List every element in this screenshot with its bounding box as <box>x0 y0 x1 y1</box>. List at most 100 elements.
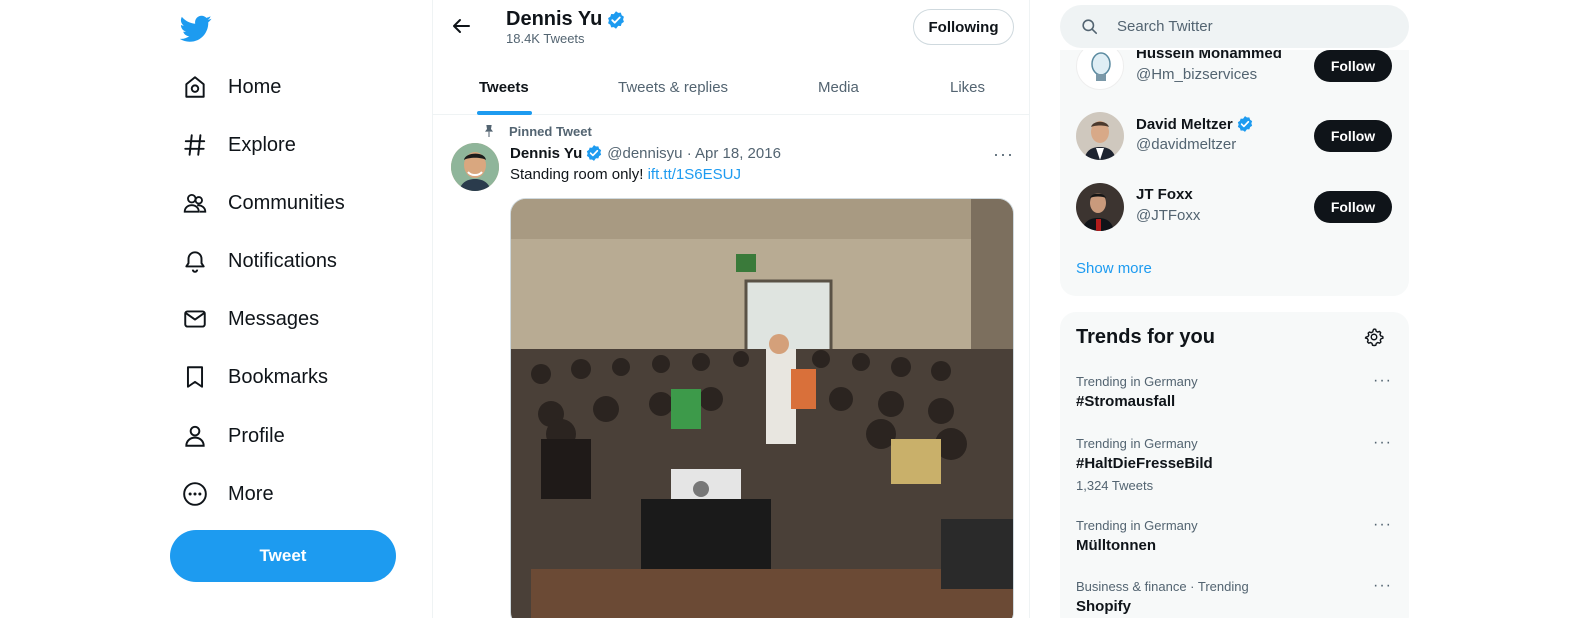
follow-button[interactable]: Follow <box>1314 120 1392 152</box>
person-icon <box>185 425 205 447</box>
trend-item[interactable]: Trending in Germany #HaltDieFresseBild 1… <box>1076 434 1396 493</box>
jt-foxx-avatar <box>1076 183 1124 231</box>
suggestion-name[interactable]: Hussein Mohammed <box>1136 50 1282 62</box>
tweet-button[interactable]: Tweet <box>170 530 396 582</box>
trend-more-icon[interactable]: ··· <box>1373 434 1392 452</box>
profile-name-text: Dennis Yu <box>506 8 603 30</box>
suggestion-handle: @JTFoxx <box>1136 207 1201 224</box>
show-more-link[interactable]: Show more <box>1076 260 1152 277</box>
active-tab-indicator <box>477 111 532 115</box>
more-circle-icon <box>183 482 207 506</box>
nav-bookmarks[interactable]: Bookmarks <box>170 353 340 401</box>
search-input[interactable] <box>1117 18 1397 35</box>
verified-badge-icon <box>1237 116 1252 132</box>
trend-context: Trending in Germany <box>1076 518 1198 533</box>
bell-icon <box>185 251 205 273</box>
tweet-author-avatar[interactable] <box>451 143 499 191</box>
trend-context: Trending in Germany <box>1076 374 1198 389</box>
trends-panel: Trends for you Trending in Germany #Stro… <box>1060 312 1409 618</box>
following-button[interactable]: Following <box>913 9 1014 45</box>
nav-explore[interactable]: Explore <box>170 121 308 169</box>
nav-profile[interactable]: Profile <box>170 412 297 460</box>
suggestion-handle: @Hm_bizservices <box>1136 66 1258 83</box>
nav-communities[interactable]: Communities <box>170 179 357 227</box>
nav-messages[interactable]: Messages <box>170 295 331 343</box>
tweet-handle-date[interactable]: @dennisyu · Apr 18, 2016 <box>607 145 781 162</box>
trend-item[interactable]: Trending in Germany Mülltonnen ··· <box>1076 516 1396 554</box>
tab-tweets[interactable]: Tweets <box>479 60 529 115</box>
profile-tabs: Tweets Tweets & replies Media Likes <box>433 60 1029 115</box>
trend-more-icon[interactable]: ··· <box>1373 577 1392 595</box>
tab-media[interactable]: Media <box>818 60 859 115</box>
suggestion-avatar[interactable] <box>1076 112 1124 160</box>
back-arrow-icon[interactable] <box>449 14 473 38</box>
trend-tweet-count: 1,324 Tweets <box>1076 478 1154 493</box>
lightbulb-avatar <box>1091 52 1111 81</box>
trend-title: Shopify <box>1076 598 1131 615</box>
tweet-link[interactable]: ift.tt/1S6ESUJ <box>648 166 741 183</box>
gear-icon[interactable] <box>1364 327 1384 347</box>
trend-title: Mülltonnen <box>1076 537 1156 554</box>
profile-timeline: Dennis Yu 18.4K Tweets Following Tweets … <box>432 0 1030 618</box>
who-to-follow-panel: Hussein Mohammed @Hm_bizservices Follow … <box>1060 50 1409 296</box>
nav-home[interactable]: Home <box>170 63 293 111</box>
nav-more[interactable]: More <box>170 470 286 518</box>
home-icon <box>185 76 205 98</box>
trend-more-icon[interactable]: ··· <box>1373 372 1392 390</box>
twitter-logo-icon[interactable] <box>180 12 212 44</box>
tweet-author-name[interactable]: Dennis Yu <box>510 145 582 162</box>
verified-badge-icon <box>608 10 625 29</box>
tweet-header: Dennis Yu @dennisyu · Apr 18, 2016 <box>510 144 781 162</box>
nav-notifications[interactable]: Notifications <box>170 237 349 285</box>
tab-likes[interactable]: Likes <box>950 60 985 115</box>
suggestion-avatar[interactable] <box>1076 183 1124 231</box>
follow-button[interactable]: Follow <box>1314 191 1392 223</box>
suggestion-name[interactable]: David Meltzer <box>1136 115 1254 133</box>
follow-suggestion-row[interactable]: JT Foxx @JTFoxx Follow <box>1076 183 1396 233</box>
search-icon <box>1082 19 1098 35</box>
follow-suggestion-row[interactable]: David Meltzer @davidmeltzer Follow <box>1076 112 1396 162</box>
left-navigation: Home Explore Communities Notifications M… <box>0 0 432 618</box>
nav-notifications-label: Notifications <box>228 249 337 272</box>
avatar-photo <box>451 143 499 191</box>
trend-item[interactable]: Trending in Germany #Stromausfall ··· <box>1076 372 1396 410</box>
nav-messages-label: Messages <box>228 307 320 330</box>
nav-explore-label: Explore <box>228 133 296 156</box>
envelope-icon <box>184 310 206 328</box>
profile-tweet-count: 18.4K Tweets <box>506 31 585 46</box>
trends-title: Trends for you <box>1076 326 1215 348</box>
trend-context: Business & finance · Trending <box>1076 579 1249 594</box>
nav-home-label: Home <box>228 75 282 98</box>
david-meltzer-avatar <box>1076 112 1124 160</box>
trend-item[interactable]: Business & finance · Trending Shopify ··… <box>1076 577 1396 615</box>
trend-more-icon[interactable]: ··· <box>1373 516 1392 534</box>
suggestion-handle: @davidmeltzer <box>1136 136 1237 153</box>
communities-icon <box>183 193 207 213</box>
follow-suggestion-row[interactable]: Hussein Mohammed @Hm_bizservices Follow <box>1076 50 1396 92</box>
tweet-body: Standing room only! <box>510 166 644 183</box>
bookmark-icon <box>186 366 204 388</box>
pin-icon <box>485 125 493 137</box>
nav-bookmarks-label: Bookmarks <box>228 365 329 388</box>
tweet-text: Standing room only! ift.tt/1S6ESUJ <box>510 166 741 183</box>
suggestion-avatar[interactable] <box>1076 50 1124 90</box>
tweet-more-icon[interactable]: ··· <box>993 144 1014 165</box>
nav-profile-label: Profile <box>228 424 285 447</box>
crowded-room-photo <box>511 199 1013 618</box>
trend-title: #HaltDieFresseBild <box>1076 455 1213 472</box>
tweet-photo[interactable] <box>510 198 1014 618</box>
pinned-indicator: Pinned Tweet <box>481 123 592 139</box>
profile-name: Dennis Yu <box>506 8 626 31</box>
follow-button[interactable]: Follow <box>1314 50 1392 82</box>
hashtag-icon <box>184 134 206 156</box>
suggestion-name-text: David Meltzer <box>1136 115 1233 133</box>
nav-communities-label: Communities <box>228 191 345 214</box>
suggestion-name[interactable]: JT Foxx <box>1136 186 1193 203</box>
nav-more-label: More <box>228 482 274 505</box>
trend-title: #Stromausfall <box>1076 393 1176 410</box>
tab-tweets-replies[interactable]: Tweets & replies <box>618 60 728 115</box>
trend-context: Trending in Germany <box>1076 436 1198 451</box>
verified-badge-icon <box>587 145 602 161</box>
search-box[interactable] <box>1060 5 1409 48</box>
pinned-label: Pinned Tweet <box>509 123 592 139</box>
